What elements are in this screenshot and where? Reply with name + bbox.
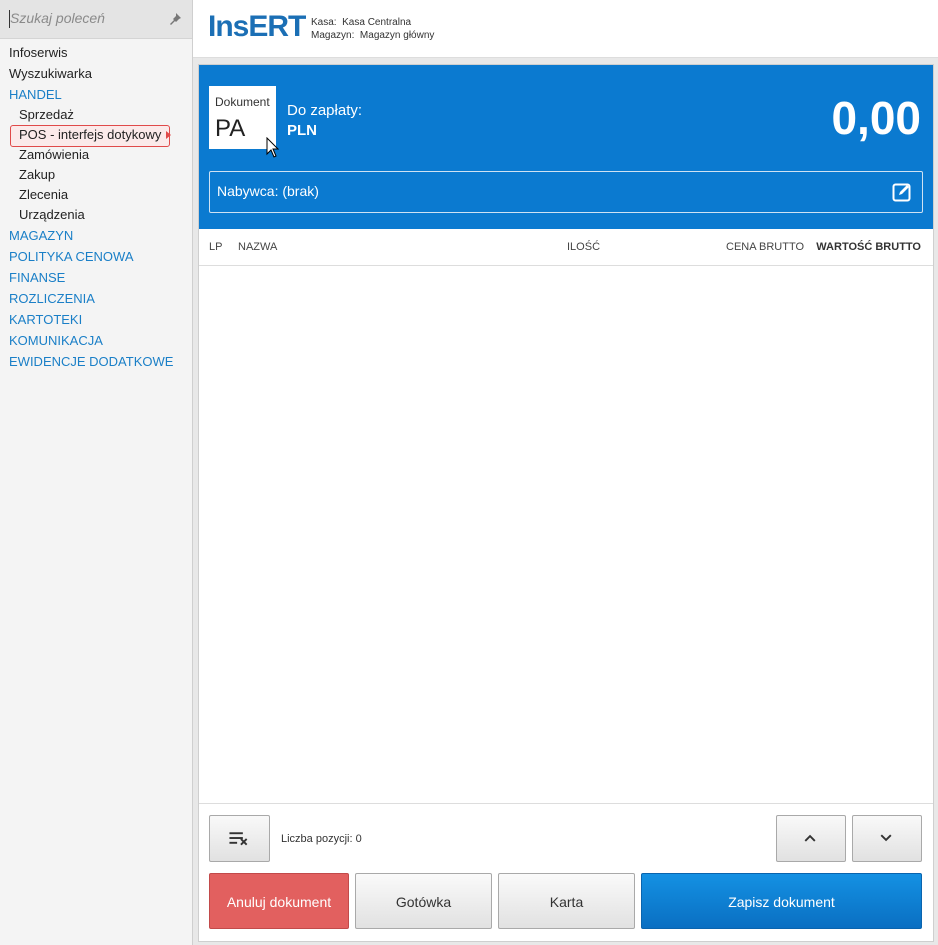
save-document-button[interactable]: Zapisz dokument: [641, 873, 922, 929]
column-lp[interactable]: LP: [209, 241, 222, 253]
insert-logo: InsERT: [208, 10, 306, 43]
sidebar-section-finanse[interactable]: FINANSE: [0, 267, 192, 288]
sidebar-section-polityka-cenowa[interactable]: POLITYKA CENOWA: [0, 246, 192, 267]
header-info: Kasa: Kasa Centralna Magazyn: Magazyn gł…: [311, 16, 434, 42]
cash-payment-button[interactable]: Gotówka: [355, 873, 492, 929]
sidebar-section-kartoteki[interactable]: KARTOTEKI: [0, 309, 192, 330]
payment-label: Do zapłaty:: [287, 102, 363, 119]
sidebar-menu: Infoserwis Wyszukiwarka HANDEL Sprzedaż …: [0, 42, 192, 372]
edit-icon[interactable]: [892, 182, 912, 202]
sidebar-item-wyszukiwarka[interactable]: Wyszukiwarka: [0, 63, 192, 84]
clear-list-icon: [229, 832, 248, 846]
sidebar-section-rozliczenia[interactable]: ROZLICZENIA: [0, 288, 192, 309]
total-amount: 0,00: [831, 92, 921, 144]
sidebar-section-handel[interactable]: HANDEL: [0, 84, 192, 105]
text-caret: [9, 10, 10, 28]
sidebar: Szukaj poleceń Infoserwis Wyszukiwarka H…: [0, 0, 193, 945]
sidebar-section-komunikacja[interactable]: KOMUNIKACJA: [0, 330, 192, 351]
buyer-label: Nabywca: (brak): [217, 183, 319, 199]
column-nazwa[interactable]: NAZWA: [238, 241, 277, 253]
card-payment-button[interactable]: Karta: [498, 873, 635, 929]
sidebar-section-ewidencje[interactable]: EWIDENCJE DODATKOWE: [0, 351, 192, 372]
cancel-document-button[interactable]: Anuluj dokument: [209, 873, 349, 929]
buyer-field[interactable]: Nabywca: (brak): [209, 171, 923, 213]
sidebar-item-infoserwis[interactable]: Infoserwis: [0, 42, 192, 63]
sidebar-item-sprzedaz[interactable]: Sprzedaż: [0, 105, 192, 125]
app-header: InsERT Kasa: Kasa Centralna Magazyn: Mag…: [193, 0, 938, 58]
search-placeholder: Szukaj poleceń: [10, 10, 105, 26]
chevron-down-icon: [880, 834, 892, 842]
sidebar-section-magazyn[interactable]: MAGAZYN: [0, 225, 192, 246]
column-cena-brutto[interactable]: CENA BRUTTO: [726, 241, 804, 253]
currency: PLN: [287, 122, 317, 139]
magazyn-label: Magazyn:: [311, 30, 355, 41]
pos-summary: Dokument PA Do zapłaty: PLN 0,00 Nabywca…: [199, 65, 933, 229]
sidebar-item-zlecenia[interactable]: Zlecenia: [0, 185, 192, 205]
magazyn-value: Magazyn główny: [359, 30, 435, 41]
column-ilosc[interactable]: ILOŚĆ: [567, 241, 600, 253]
pin-icon[interactable]: [168, 12, 182, 26]
item-count: Liczba pozycji: 0: [281, 833, 362, 845]
items-table-header: LP NAZWA ILOŚĆ CENA BRUTTO WARTOŚĆ BRUTT…: [199, 229, 933, 266]
clear-items-button[interactable]: [209, 815, 270, 862]
search-input[interactable]: Szukaj poleceń: [0, 0, 192, 39]
chevron-up-icon: [804, 834, 816, 842]
payment-info: Do zapłaty: PLN: [287, 101, 362, 141]
scroll-up-button[interactable]: [776, 815, 846, 862]
mouse-cursor-icon: [266, 137, 280, 158]
pos-panel: Dokument PA Do zapłaty: PLN 0,00 Nabywca…: [198, 64, 934, 942]
sidebar-item-pos[interactable]: POS - interfejs dotykowy: [0, 125, 192, 147]
document-label: Dokument: [215, 95, 270, 109]
items-table-body[interactable]: [199, 266, 933, 804]
document-type: PA: [215, 115, 246, 142]
scroll-down-button[interactable]: [852, 815, 922, 862]
sidebar-item-label: POS - interfejs dotykowy: [19, 127, 162, 142]
highlight-pointer: [166, 131, 171, 139]
sidebar-item-urzadzenia[interactable]: Urządzenia: [0, 205, 192, 225]
kasa-value: Kasa Centralna: [342, 17, 412, 28]
sidebar-item-zakup[interactable]: Zakup: [0, 165, 192, 185]
sidebar-item-zamowienia[interactable]: Zamówienia: [0, 145, 192, 165]
kasa-label: Kasa:: [311, 17, 337, 28]
column-wartosc-brutto[interactable]: WARTOŚĆ BRUTTO: [816, 241, 921, 253]
